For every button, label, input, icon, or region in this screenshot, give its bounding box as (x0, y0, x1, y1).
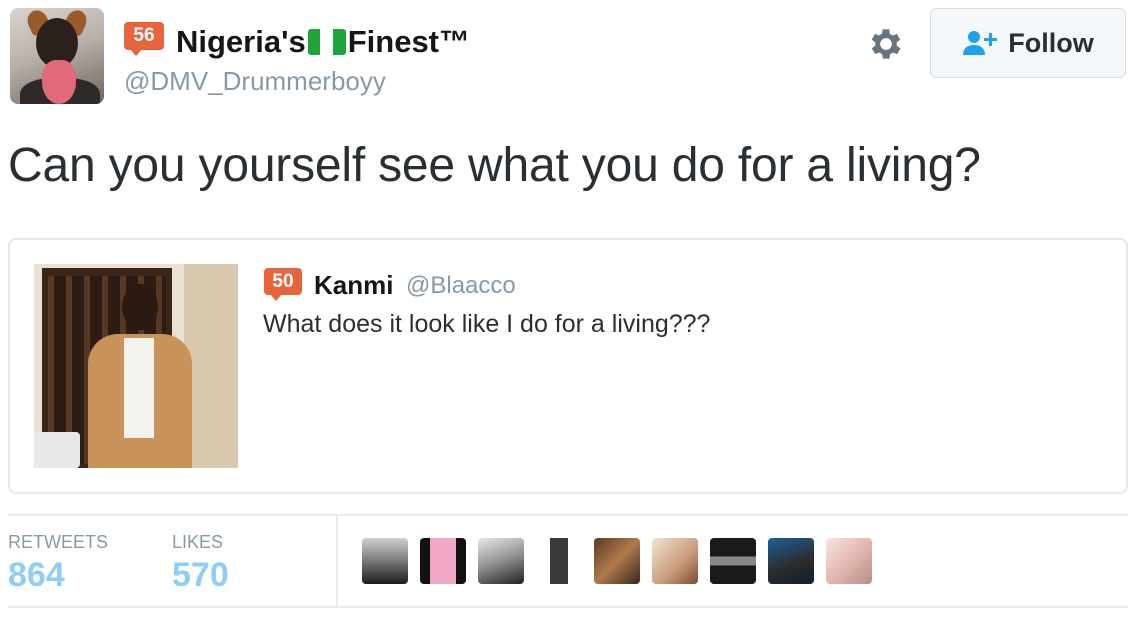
liker-avatar[interactable] (826, 538, 872, 584)
author-handle[interactable]: @DMV_Drummerboyy (124, 66, 386, 97)
divider (8, 606, 1128, 608)
divider (8, 514, 1128, 516)
follow-button[interactable]: Follow (930, 8, 1126, 78)
likes-label: LIKES (172, 532, 224, 552)
liker-avatar[interactable] (768, 538, 814, 584)
liker-avatar[interactable] (420, 538, 466, 584)
author-avatar[interactable] (10, 8, 104, 104)
liker-avatar[interactable] (536, 538, 582, 584)
author-name-part1: Nigeria's (176, 24, 306, 59)
liker-avatar[interactable] (594, 538, 640, 584)
retweets-count[interactable]: 864 (8, 556, 65, 595)
author-display-name[interactable]: Nigeria's Finest™ (176, 22, 470, 62)
liker-avatar[interactable] (652, 538, 698, 584)
quoted-tweet-image[interactable] (34, 264, 238, 468)
avatar-filter-tongue (42, 60, 76, 104)
divider (336, 516, 338, 606)
add-user-icon (963, 31, 998, 55)
gear-icon[interactable] (866, 24, 906, 64)
liker-avatar[interactable] (362, 538, 408, 584)
quoted-score-badge: 50 (264, 268, 302, 301)
score-badge: 56 (124, 22, 164, 56)
tweet-text: Can you yourself see what you do for a l… (8, 139, 981, 192)
quoted-author-name[interactable]: Kanmi (314, 270, 393, 301)
follow-button-label: Follow (1008, 27, 1094, 58)
quoted-author-handle[interactable]: @Blaacco (406, 272, 516, 300)
retweets-label: RETWEETS (8, 532, 109, 552)
liker-avatar[interactable] (710, 538, 756, 584)
nigeria-flag-icon (307, 29, 346, 55)
likes-count[interactable]: 570 (172, 556, 229, 595)
liker-avatar[interactable] (478, 538, 524, 584)
author-name-part2: Finest™ (347, 24, 471, 59)
quoted-tweet-text: What does it look like I do for a living… (263, 310, 711, 338)
